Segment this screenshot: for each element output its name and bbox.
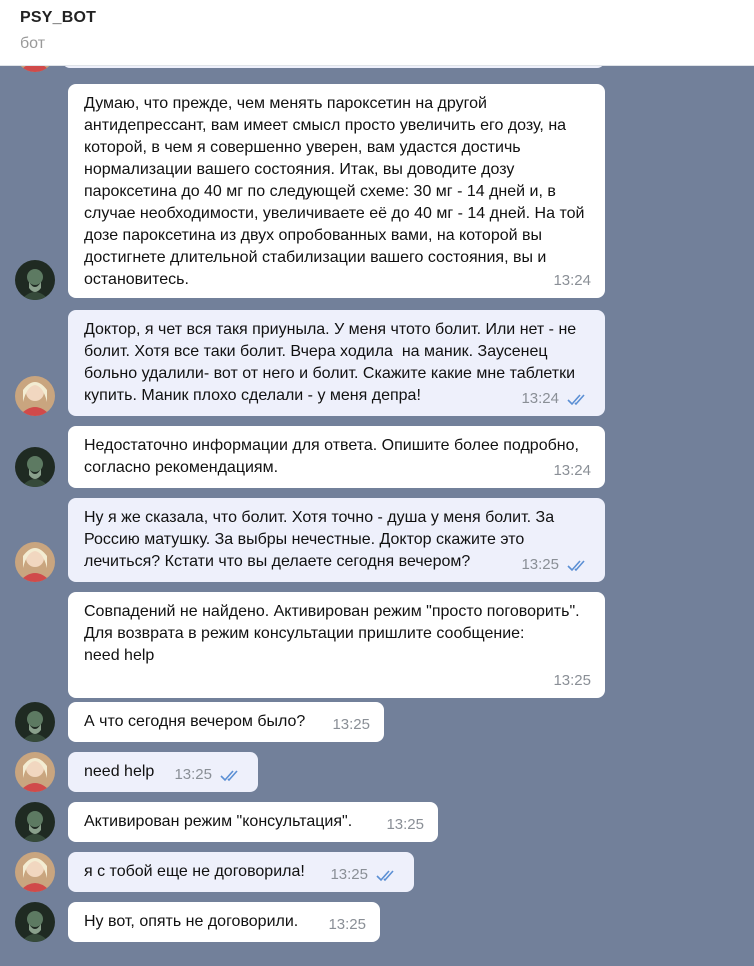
message-meta: 13:25 bbox=[332, 716, 370, 734]
user-avatar[interactable] bbox=[15, 752, 55, 792]
message-time: 13:24 bbox=[553, 462, 591, 479]
message-text: Ну я же сказала, что болит. Хотя точно -… bbox=[84, 509, 559, 570]
message-text: Думаю, что прежде, чем менять пароксетин… bbox=[84, 95, 589, 288]
chat-title[interactable]: PSY_BOT bbox=[20, 9, 96, 27]
message-time: 13:24 bbox=[553, 272, 591, 289]
message-time: 13:25 bbox=[386, 816, 424, 833]
double-check-icon bbox=[567, 394, 585, 406]
double-check-icon bbox=[220, 770, 238, 782]
chat-header[interactable]: PSY_BOT бот bbox=[0, 0, 754, 66]
bot-avatar[interactable] bbox=[15, 902, 55, 942]
message-text: А что сегодня вечером было? bbox=[84, 713, 306, 730]
message-meta: 13:24 bbox=[553, 462, 591, 480]
double-check-icon bbox=[376, 870, 394, 882]
message-time: 13:25 bbox=[332, 716, 370, 733]
message-text: Совпадений не найдено. Активирован режим… bbox=[84, 603, 580, 664]
message-bubble-4: Совпадений не найдено. Активирован режим… bbox=[68, 592, 605, 698]
message-bubble-6: need help 13:25 bbox=[68, 752, 258, 792]
message-meta: 13:25 bbox=[328, 916, 366, 934]
message-bubble-0: Думаю, что прежде, чем менять пароксетин… bbox=[68, 84, 605, 298]
message-feed: Думаю, что прежде, чем менять пароксетин… bbox=[0, 0, 754, 966]
message-bubble-2: Недостаточно информации для ответа. Опиш… bbox=[68, 426, 605, 488]
double-check-icon bbox=[567, 560, 585, 572]
message-text: Ну вот, опять не договорили. bbox=[84, 913, 299, 930]
user-avatar[interactable] bbox=[15, 376, 55, 416]
user-avatar[interactable] bbox=[15, 542, 55, 582]
message-text: Активирован режим "консультация". bbox=[84, 813, 353, 830]
message-meta: 13:25 bbox=[553, 672, 591, 690]
message-meta: 13:25 bbox=[386, 816, 424, 834]
bot-avatar[interactable] bbox=[15, 702, 55, 742]
message-meta: 13:24 bbox=[521, 390, 591, 408]
user-avatar[interactable] bbox=[15, 852, 55, 892]
message-time: 13:25 bbox=[328, 916, 366, 933]
bot-avatar[interactable] bbox=[15, 802, 55, 842]
message-time: 13:24 bbox=[521, 390, 559, 407]
chat-status: бот bbox=[20, 35, 46, 52]
message-time: 13:25 bbox=[174, 766, 212, 783]
message-text: Доктор, я чет вся такя приуныла. У меня … bbox=[84, 321, 581, 404]
message-meta: 13:25 bbox=[521, 556, 591, 574]
message-bubble-8: я с тобой еще не договорила! 13:25 bbox=[68, 852, 414, 892]
message-bubble-1: Доктор, я чет вся такя приуныла. У меня … bbox=[68, 310, 605, 416]
message-time: 13:25 bbox=[553, 672, 591, 689]
message-time: 13:25 bbox=[330, 866, 368, 883]
message-bubble-5: А что сегодня вечером было? 13:25 bbox=[68, 702, 384, 742]
bot-avatar[interactable] bbox=[15, 260, 55, 300]
message-meta: 13:24 bbox=[553, 272, 591, 290]
message-bubble-7: Активирован режим "консультация". 13:25 bbox=[68, 802, 438, 842]
message-text: Недостаточно информации для ответа. Опиш… bbox=[84, 437, 584, 476]
message-bubble-9: Ну вот, опять не договорили. 13:25 bbox=[68, 902, 380, 942]
bot-avatar[interactable] bbox=[15, 447, 55, 487]
message-meta: 13:25 bbox=[330, 866, 400, 884]
message-meta: 13:25 bbox=[174, 766, 244, 784]
message-bubble-3: Ну я же сказала, что болит. Хотя точно -… bbox=[68, 498, 605, 582]
message-time: 13:25 bbox=[521, 556, 559, 573]
